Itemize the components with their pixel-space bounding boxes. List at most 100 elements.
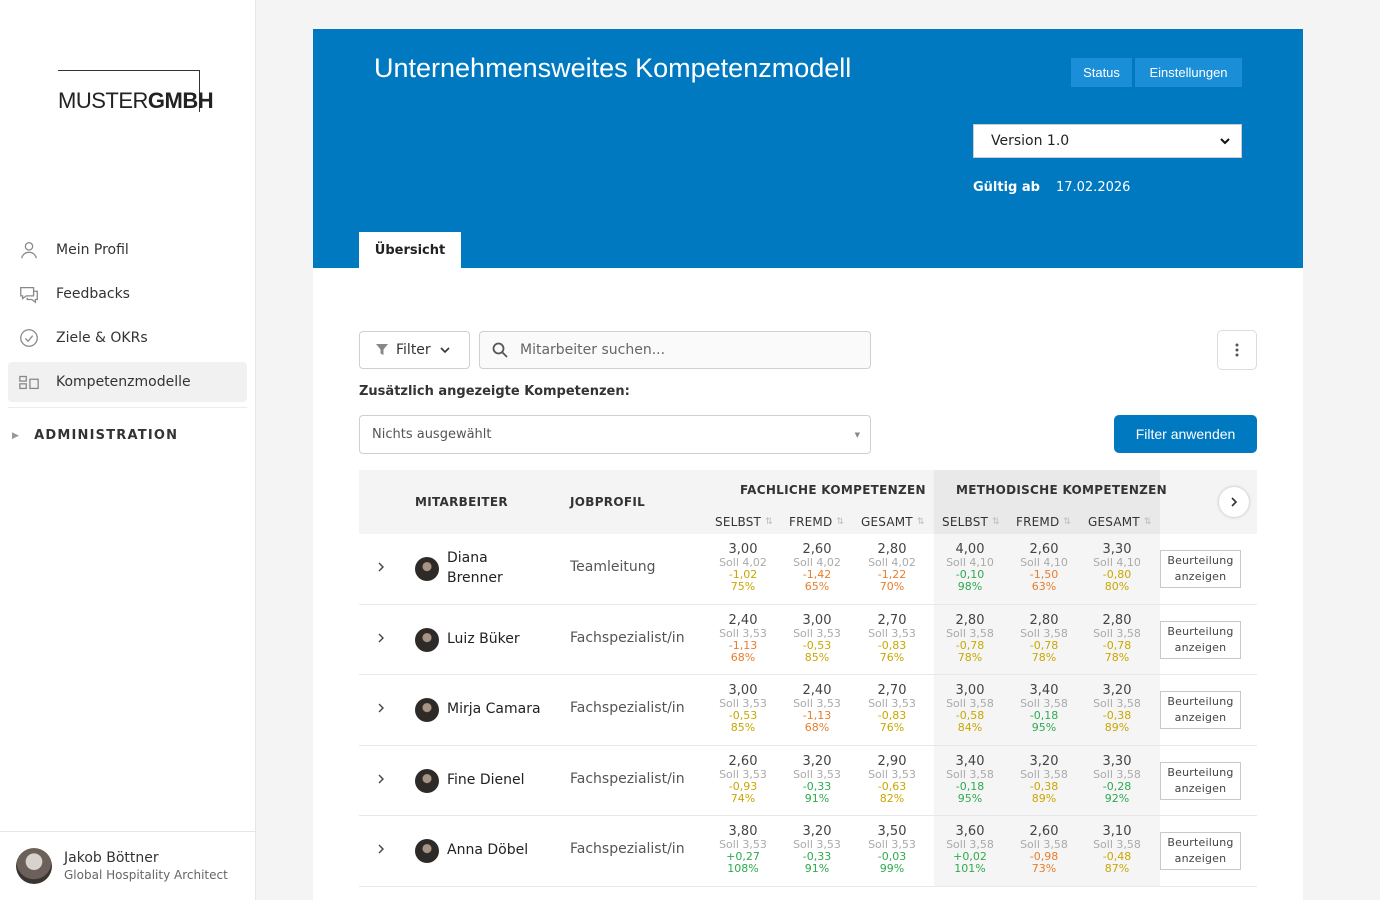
score-cell: 3,00 Soll 4,02 -1,02 75% bbox=[713, 542, 773, 593]
group-meth: METHODISCHE KOMPETENZEN bbox=[956, 483, 1168, 497]
show-evaluation-button[interactable]: Beurteilung anzeigen bbox=[1160, 832, 1241, 871]
col-employee[interactable]: MITARBEITER bbox=[415, 495, 508, 509]
delta-value: -0,78 bbox=[955, 638, 985, 652]
show-evaluation-button[interactable]: Beurteilung anzeigen bbox=[1160, 550, 1241, 588]
table-row: Anna Döbel Fachspezialist/in 3,80 Soll 3,… bbox=[359, 816, 1257, 887]
apply-filter-button[interactable]: Filter anwenden bbox=[1114, 415, 1257, 453]
score-value: 2,80 bbox=[955, 612, 985, 628]
employee-name[interactable]: Mirja Camara bbox=[447, 699, 541, 719]
nav-item-goals[interactable]: Ziele & OKRs bbox=[8, 318, 247, 358]
delta-value: -0,83 bbox=[877, 638, 907, 652]
score-value: 3,20 bbox=[1102, 683, 1132, 699]
score-cell: 3,60 Soll 3,58 +0,02 101% bbox=[940, 824, 1000, 875]
current-user[interactable]: Jakob Böttner Global Hospitality Archite… bbox=[0, 831, 255, 900]
kebab-menu-icon bbox=[1235, 343, 1239, 357]
scroll-right-button[interactable] bbox=[1219, 487, 1249, 517]
target-value: Soll 3,53 bbox=[793, 767, 841, 781]
chevron-right-icon[interactable] bbox=[375, 842, 387, 856]
chevron-right-icon[interactable] bbox=[375, 772, 387, 786]
percent-value: 85% bbox=[730, 721, 756, 735]
nav-item-feedbacks[interactable]: Feedbacks bbox=[8, 274, 247, 314]
score-cell: 2,40 Soll 3,53 -1,13 68% bbox=[713, 613, 773, 664]
percent-value: 87% bbox=[1104, 862, 1130, 876]
settings-button[interactable]: Einstellungen bbox=[1135, 58, 1242, 87]
show-evaluation-button[interactable]: Beurteilung anzeigen bbox=[1160, 761, 1241, 800]
percent-value: 84% bbox=[957, 721, 983, 735]
score-value: 2,80 bbox=[877, 542, 907, 557]
version-select[interactable]: Version 1.0 bbox=[973, 124, 1242, 158]
chevron-right-icon[interactable] bbox=[375, 631, 387, 645]
sidebar: MUSTERGMBH Mein Profil Feedbacks Ziele &… bbox=[0, 0, 256, 900]
avatar bbox=[16, 848, 52, 884]
nav-label: Mein Profil bbox=[56, 242, 129, 258]
job-profile: Fachspezialist/in bbox=[570, 841, 685, 858]
table-header: MITARBEITER JOBPROFIL FACHLICHE KOMPETEN… bbox=[359, 470, 1257, 534]
percent-value: 74% bbox=[730, 791, 756, 805]
chat-icon bbox=[20, 286, 38, 304]
employee-name[interactable]: Fine Dienel bbox=[447, 770, 525, 790]
score-cell: 3,00 Soll 3,58 -0,58 84% bbox=[940, 683, 1000, 734]
nav-item-profile[interactable]: Mein Profil bbox=[8, 230, 247, 270]
percent-value: 95% bbox=[957, 791, 983, 805]
nav-item-competence-models[interactable]: Kompetenzmodelle bbox=[8, 362, 247, 402]
percent-value: 76% bbox=[879, 721, 905, 735]
score-value: 4,00 bbox=[955, 542, 985, 557]
score-cell: 2,80 Soll 3,58 -0,78 78% bbox=[1087, 613, 1147, 664]
score-cell: 3,20 Soll 3,58 -0,38 89% bbox=[1087, 683, 1147, 734]
status-button[interactable]: Status bbox=[1071, 58, 1132, 87]
score-cell: 3,00 Soll 3,53 -0,53 85% bbox=[713, 683, 773, 734]
show-evaluation-button[interactable]: Beurteilung anzeigen bbox=[1160, 691, 1241, 730]
table-body: Diana Brenner Teamleitung 3,00 Soll 4,02 -… bbox=[359, 534, 1257, 887]
score-cell: 2,40 Soll 3,53 -1,13 68% bbox=[787, 683, 847, 734]
col-fach-selbst[interactable]: SELBST ⇅ bbox=[715, 515, 773, 529]
chevron-right-icon[interactable] bbox=[375, 701, 387, 715]
employee-search[interactable] bbox=[479, 331, 871, 369]
percent-value: 78% bbox=[1104, 650, 1130, 664]
target-value: Soll 3,53 bbox=[793, 626, 841, 640]
version-value: Version 1.0 bbox=[991, 133, 1070, 149]
percent-value: 91% bbox=[804, 791, 830, 805]
score-value: 3,20 bbox=[1029, 753, 1059, 769]
score-value: 3,20 bbox=[802, 753, 832, 769]
search-input[interactable] bbox=[520, 342, 860, 358]
employee-name[interactable]: Anna Döbel bbox=[447, 840, 528, 860]
col-fach-gesamt[interactable]: GESAMT ⇅ bbox=[861, 515, 925, 529]
score-cell: 3,00 Soll 3,53 -0,53 85% bbox=[787, 613, 847, 664]
percent-value: 68% bbox=[804, 721, 830, 735]
col-meth-fremd[interactable]: FREMD ⇅ bbox=[1016, 515, 1071, 529]
table-row: Fine Dienel Fachspezialist/in 2,60 Soll 3… bbox=[359, 745, 1257, 817]
col-job[interactable]: JOBPROFIL bbox=[570, 495, 645, 509]
delta-value: -0,63 bbox=[877, 779, 907, 793]
delta-value: -0,38 bbox=[1029, 779, 1059, 793]
col-meth-gesamt[interactable]: GESAMT ⇅ bbox=[1088, 515, 1152, 529]
percent-value: 78% bbox=[1031, 650, 1057, 664]
company-logo[interactable]: MUSTERGMBH bbox=[58, 70, 214, 112]
admin-section-toggle[interactable]: ▶ ADMINISTRATION bbox=[12, 428, 178, 443]
tab-overview[interactable]: Übersicht bbox=[359, 232, 461, 268]
score-value: 3,00 bbox=[728, 542, 758, 557]
employee-name[interactable]: Luiz Büker bbox=[447, 629, 520, 649]
avatar bbox=[415, 768, 439, 793]
percent-value: 63% bbox=[1031, 580, 1057, 593]
col-meth-selbst[interactable]: SELBST ⇅ bbox=[942, 515, 1000, 529]
filter-label: Filter bbox=[396, 342, 431, 358]
more-options-button[interactable] bbox=[1217, 330, 1257, 370]
nav-label: Ziele & OKRs bbox=[56, 330, 148, 346]
filter-button[interactable]: Filter bbox=[359, 331, 470, 369]
score-value: 2,40 bbox=[728, 612, 758, 628]
score-value: 3,20 bbox=[802, 824, 832, 840]
chevron-right-icon[interactable] bbox=[375, 560, 387, 574]
percent-value: 98% bbox=[957, 580, 983, 593]
employee-name[interactable]: Diana Brenner bbox=[447, 548, 503, 588]
nav-label: Feedbacks bbox=[56, 286, 130, 302]
score-cell: 2,70 Soll 3,53 -0,83 76% bbox=[862, 613, 922, 664]
score-value: 3,50 bbox=[877, 824, 907, 840]
score-cell: 2,60 Soll 3,58 -0,98 73% bbox=[1014, 824, 1074, 875]
score-cell: 3,30 Soll 3,58 -0,28 92% bbox=[1087, 754, 1147, 805]
show-evaluation-button[interactable]: Beurteilung anzeigen bbox=[1160, 620, 1241, 659]
valid-date: 17.02.2026 bbox=[1055, 180, 1131, 195]
percent-value: 91% bbox=[804, 862, 830, 876]
extra-competences-select[interactable]: Nichts ausgewählt ▼ bbox=[359, 415, 871, 454]
avatar bbox=[415, 557, 439, 581]
col-fach-fremd[interactable]: FREMD ⇅ bbox=[789, 515, 844, 529]
